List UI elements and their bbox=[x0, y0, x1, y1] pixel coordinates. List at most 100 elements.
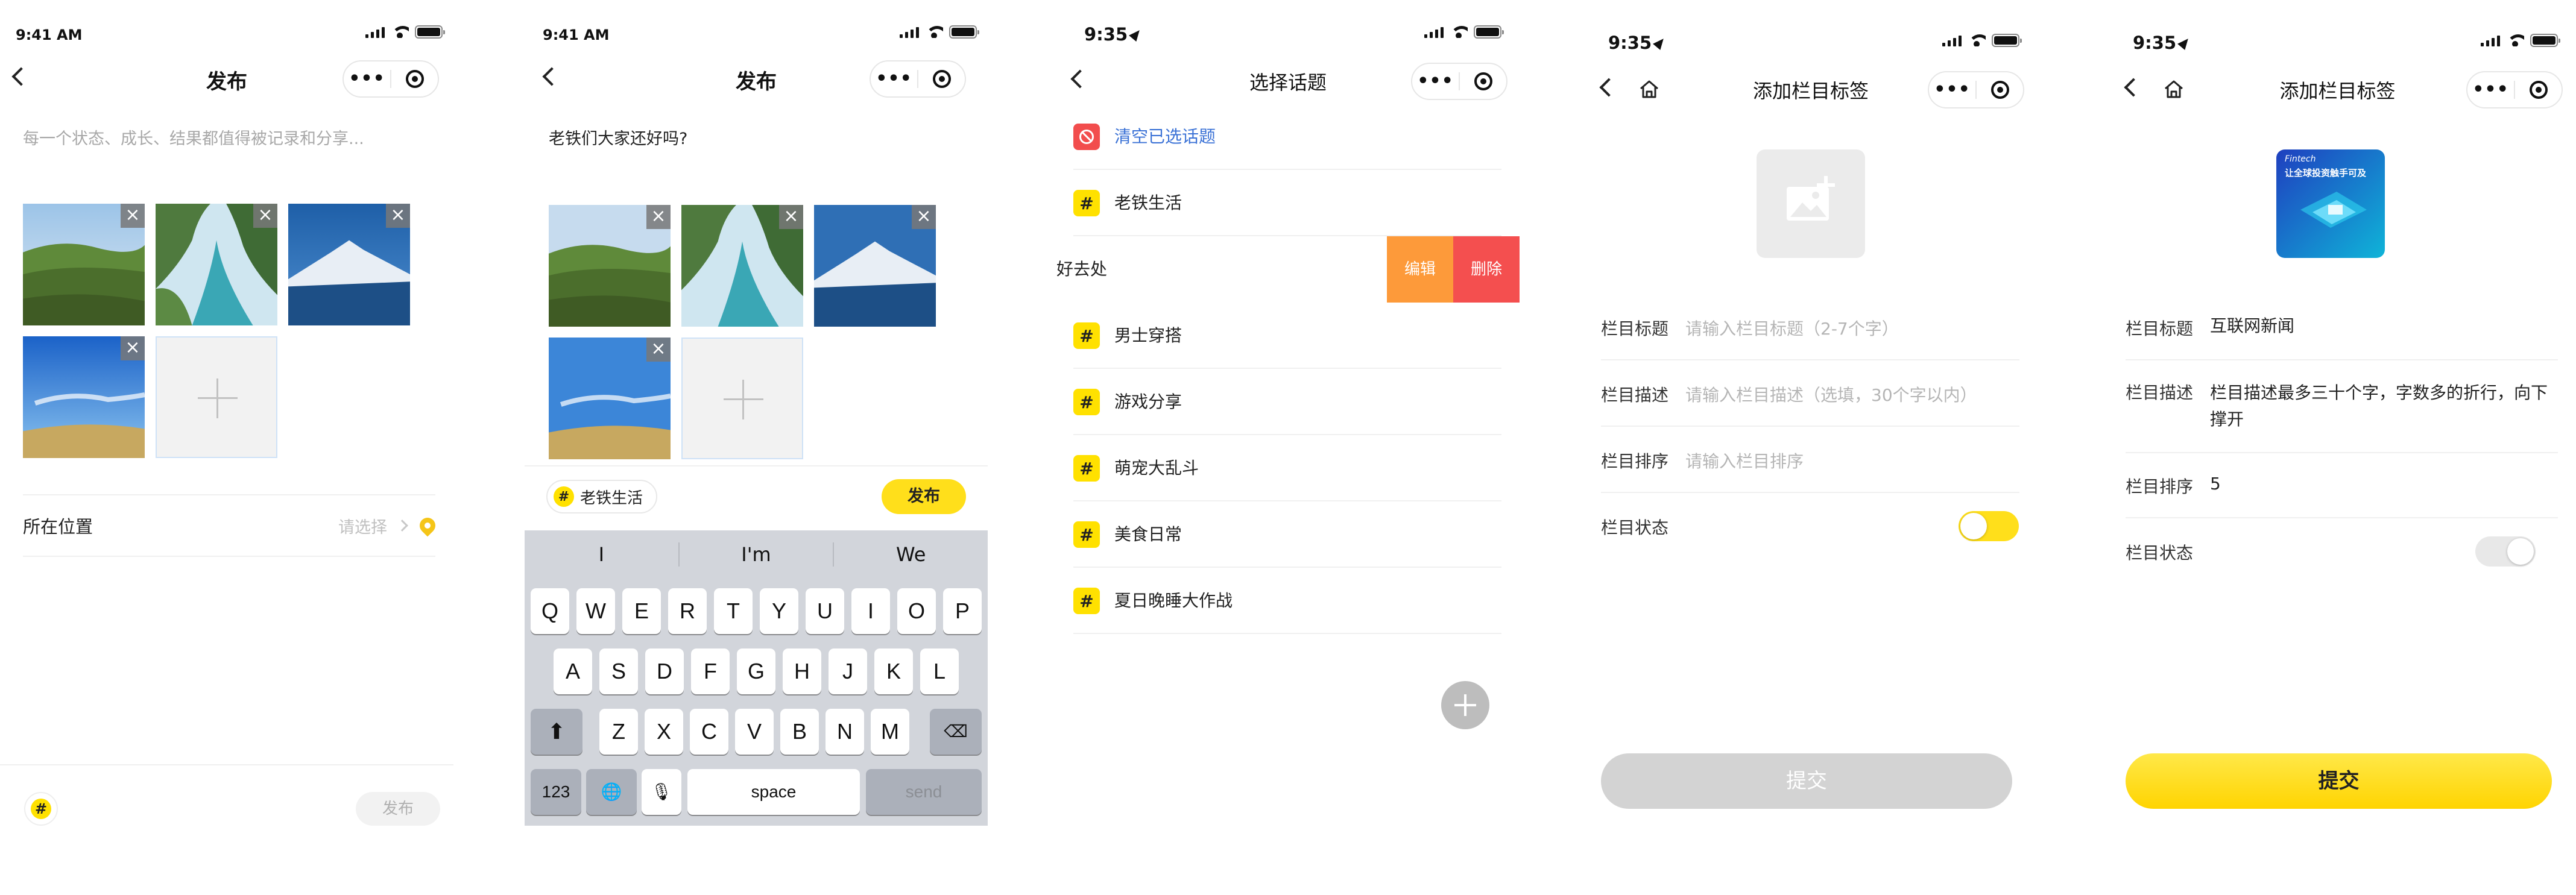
clear-topics-row[interactable]: 清空已选话题 bbox=[1056, 104, 1520, 170]
submit-button[interactable]: 提交 bbox=[2126, 753, 2552, 809]
key-g[interactable]: G bbox=[737, 648, 775, 694]
send-key[interactable]: send bbox=[866, 769, 982, 815]
more-icon[interactable]: ••• bbox=[2467, 72, 2514, 107]
suggestion[interactable]: I bbox=[525, 543, 678, 566]
key-x[interactable]: X bbox=[645, 709, 683, 755]
topic-item[interactable]: # 萌宠大乱斗 bbox=[1056, 435, 1520, 501]
column-title-field[interactable]: 栏目标题 请输入栏目标题（2-7个字） bbox=[1601, 316, 2019, 340]
key-k[interactable]: K bbox=[874, 648, 913, 694]
topic-item[interactable]: # 游戏分享 bbox=[1056, 369, 1520, 435]
upload-cover-button[interactable] bbox=[1757, 149, 1865, 258]
space-key[interactable]: space bbox=[687, 769, 860, 815]
location-row[interactable]: 所在位置 请选择 bbox=[23, 495, 439, 556]
column-status-toggle[interactable] bbox=[1959, 511, 2019, 541]
globe-icon[interactable]: 🌐 bbox=[586, 769, 637, 815]
key-r[interactable]: R bbox=[668, 588, 707, 634]
add-photo-button[interactable] bbox=[681, 338, 803, 459]
key-e[interactable]: E bbox=[622, 588, 661, 634]
key-d[interactable]: D bbox=[645, 648, 684, 694]
key-c[interactable]: C bbox=[690, 709, 728, 755]
key-h[interactable]: H bbox=[783, 648, 821, 694]
post-text-input[interactable]: 每一个状态、成长、结果都值得被记录和分享... bbox=[23, 125, 364, 149]
more-icon[interactable]: ••• bbox=[1412, 64, 1459, 99]
selected-topic-chip[interactable]: # 老铁生活 bbox=[546, 480, 658, 513]
column-order-field[interactable]: 栏目排序 请输入栏目排序 bbox=[1601, 448, 2019, 473]
remove-photo-button[interactable]: × bbox=[779, 205, 803, 229]
key-m[interactable]: M bbox=[871, 709, 909, 755]
photo-thumbnail[interactable]: × bbox=[681, 205, 803, 327]
photo-thumbnail[interactable]: × bbox=[23, 336, 145, 458]
remove-photo-button[interactable]: × bbox=[912, 205, 936, 229]
column-description-input[interactable]: 栏目描述最多三十个字，字数多的折行，向下撑开 bbox=[2210, 380, 2558, 433]
key-z[interactable]: Z bbox=[599, 709, 638, 755]
photo-thumbnail[interactable]: × bbox=[23, 204, 145, 325]
topic-item[interactable]: # 男士穿搭 bbox=[1056, 303, 1520, 369]
suggestion[interactable]: We bbox=[834, 543, 988, 566]
publish-button[interactable]: 发布 bbox=[356, 792, 440, 826]
publish-button[interactable]: 发布 bbox=[882, 479, 966, 514]
key-n[interactable]: N bbox=[826, 709, 864, 755]
edit-topic-button[interactable]: 编辑 bbox=[1387, 236, 1453, 303]
topic-item[interactable]: # 夏日晚睡大作战 bbox=[1056, 568, 1520, 634]
remove-photo-button[interactable]: × bbox=[386, 204, 410, 228]
photo-thumbnail[interactable]: × bbox=[814, 205, 936, 327]
photo-thumbnail[interactable]: × bbox=[549, 338, 671, 459]
submit-button[interactable]: 提交 bbox=[1601, 753, 2012, 809]
topic-item[interactable]: # 老铁生活 bbox=[1056, 170, 1520, 236]
column-description-field[interactable]: 栏目描述 栏目描述最多三十个字，字数多的折行，向下撑开 bbox=[2126, 380, 2558, 433]
column-description-input[interactable]: 请输入栏目描述（选填，30个字以内） bbox=[1685, 382, 2019, 406]
key-u[interactable]: U bbox=[806, 588, 844, 634]
key-o[interactable]: O bbox=[897, 588, 936, 634]
key-w[interactable]: W bbox=[576, 588, 615, 634]
photo-thumbnail[interactable]: × bbox=[156, 204, 277, 325]
column-title-input[interactable]: 互联网新闻 bbox=[2210, 316, 2558, 340]
photo-thumbnail[interactable]: × bbox=[549, 205, 671, 327]
key-b[interactable]: B bbox=[780, 709, 819, 755]
remove-photo-button[interactable]: × bbox=[121, 204, 145, 228]
column-status-toggle[interactable] bbox=[2475, 536, 2536, 567]
close-mini-program-icon[interactable] bbox=[2515, 81, 2562, 99]
remove-photo-button[interactable]: × bbox=[121, 336, 145, 360]
remove-photo-button[interactable]: × bbox=[253, 204, 277, 228]
key-i[interactable]: I bbox=[851, 588, 890, 634]
close-mini-program-icon[interactable] bbox=[1977, 81, 2023, 99]
column-title-input[interactable]: 请输入栏目标题（2-7个字） bbox=[1685, 316, 2019, 340]
more-icon[interactable]: ••• bbox=[1929, 72, 1975, 107]
key-t[interactable]: T bbox=[714, 588, 753, 634]
column-order-input[interactable]: 请输入栏目排序 bbox=[1685, 448, 2019, 473]
key-s[interactable]: S bbox=[599, 648, 638, 694]
suggestion[interactable]: I'm bbox=[680, 543, 833, 566]
close-mini-program-icon[interactable] bbox=[918, 70, 965, 88]
cover-image[interactable]: Fintech 让全球投资触手可及 bbox=[2276, 149, 2385, 258]
key-p[interactable]: P bbox=[943, 588, 982, 634]
more-icon[interactable]: ••• bbox=[871, 61, 917, 96]
key-j[interactable]: J bbox=[829, 648, 867, 694]
column-description-field[interactable]: 栏目描述 请输入栏目描述（选填，30个字以内） bbox=[1601, 382, 2019, 406]
photo-thumbnail[interactable]: × bbox=[288, 204, 410, 325]
more-icon[interactable]: ••• bbox=[344, 61, 390, 96]
add-photo-button[interactable] bbox=[156, 336, 277, 458]
key-l[interactable]: L bbox=[920, 648, 959, 694]
key-y[interactable]: Y bbox=[760, 588, 798, 634]
remove-photo-button[interactable]: × bbox=[646, 338, 671, 362]
topic-button[interactable]: # bbox=[24, 792, 58, 826]
key-a[interactable]: A bbox=[554, 648, 592, 694]
key-q[interactable]: Q bbox=[531, 588, 569, 634]
delete-key[interactable]: ⌫ bbox=[930, 709, 982, 755]
numbers-key[interactable]: 123 bbox=[531, 769, 581, 815]
microphone-icon[interactable]: 🎙 bbox=[642, 769, 681, 815]
column-order-field[interactable]: 栏目排序 5 bbox=[2126, 474, 2558, 498]
key-v[interactable]: V bbox=[735, 709, 774, 755]
remove-photo-button[interactable]: × bbox=[646, 205, 671, 229]
topic-item[interactable]: # 美食日常 bbox=[1056, 501, 1520, 568]
key-f[interactable]: F bbox=[691, 648, 730, 694]
shift-key[interactable]: ⬆ bbox=[531, 709, 582, 755]
delete-topic-button[interactable]: 删除 bbox=[1453, 236, 1520, 303]
close-mini-program-icon[interactable] bbox=[391, 70, 438, 88]
topic-item-swiped[interactable]: 好去处 编辑 删除 bbox=[1056, 236, 1520, 303]
post-text-input[interactable]: 老铁们大家还好吗? bbox=[549, 125, 687, 149]
close-mini-program-icon[interactable] bbox=[1460, 72, 1506, 90]
add-topic-button[interactable] bbox=[1441, 681, 1489, 729]
column-title-field[interactable]: 栏目标题 互联网新闻 bbox=[2126, 316, 2558, 340]
column-order-input[interactable]: 5 bbox=[2210, 474, 2558, 498]
